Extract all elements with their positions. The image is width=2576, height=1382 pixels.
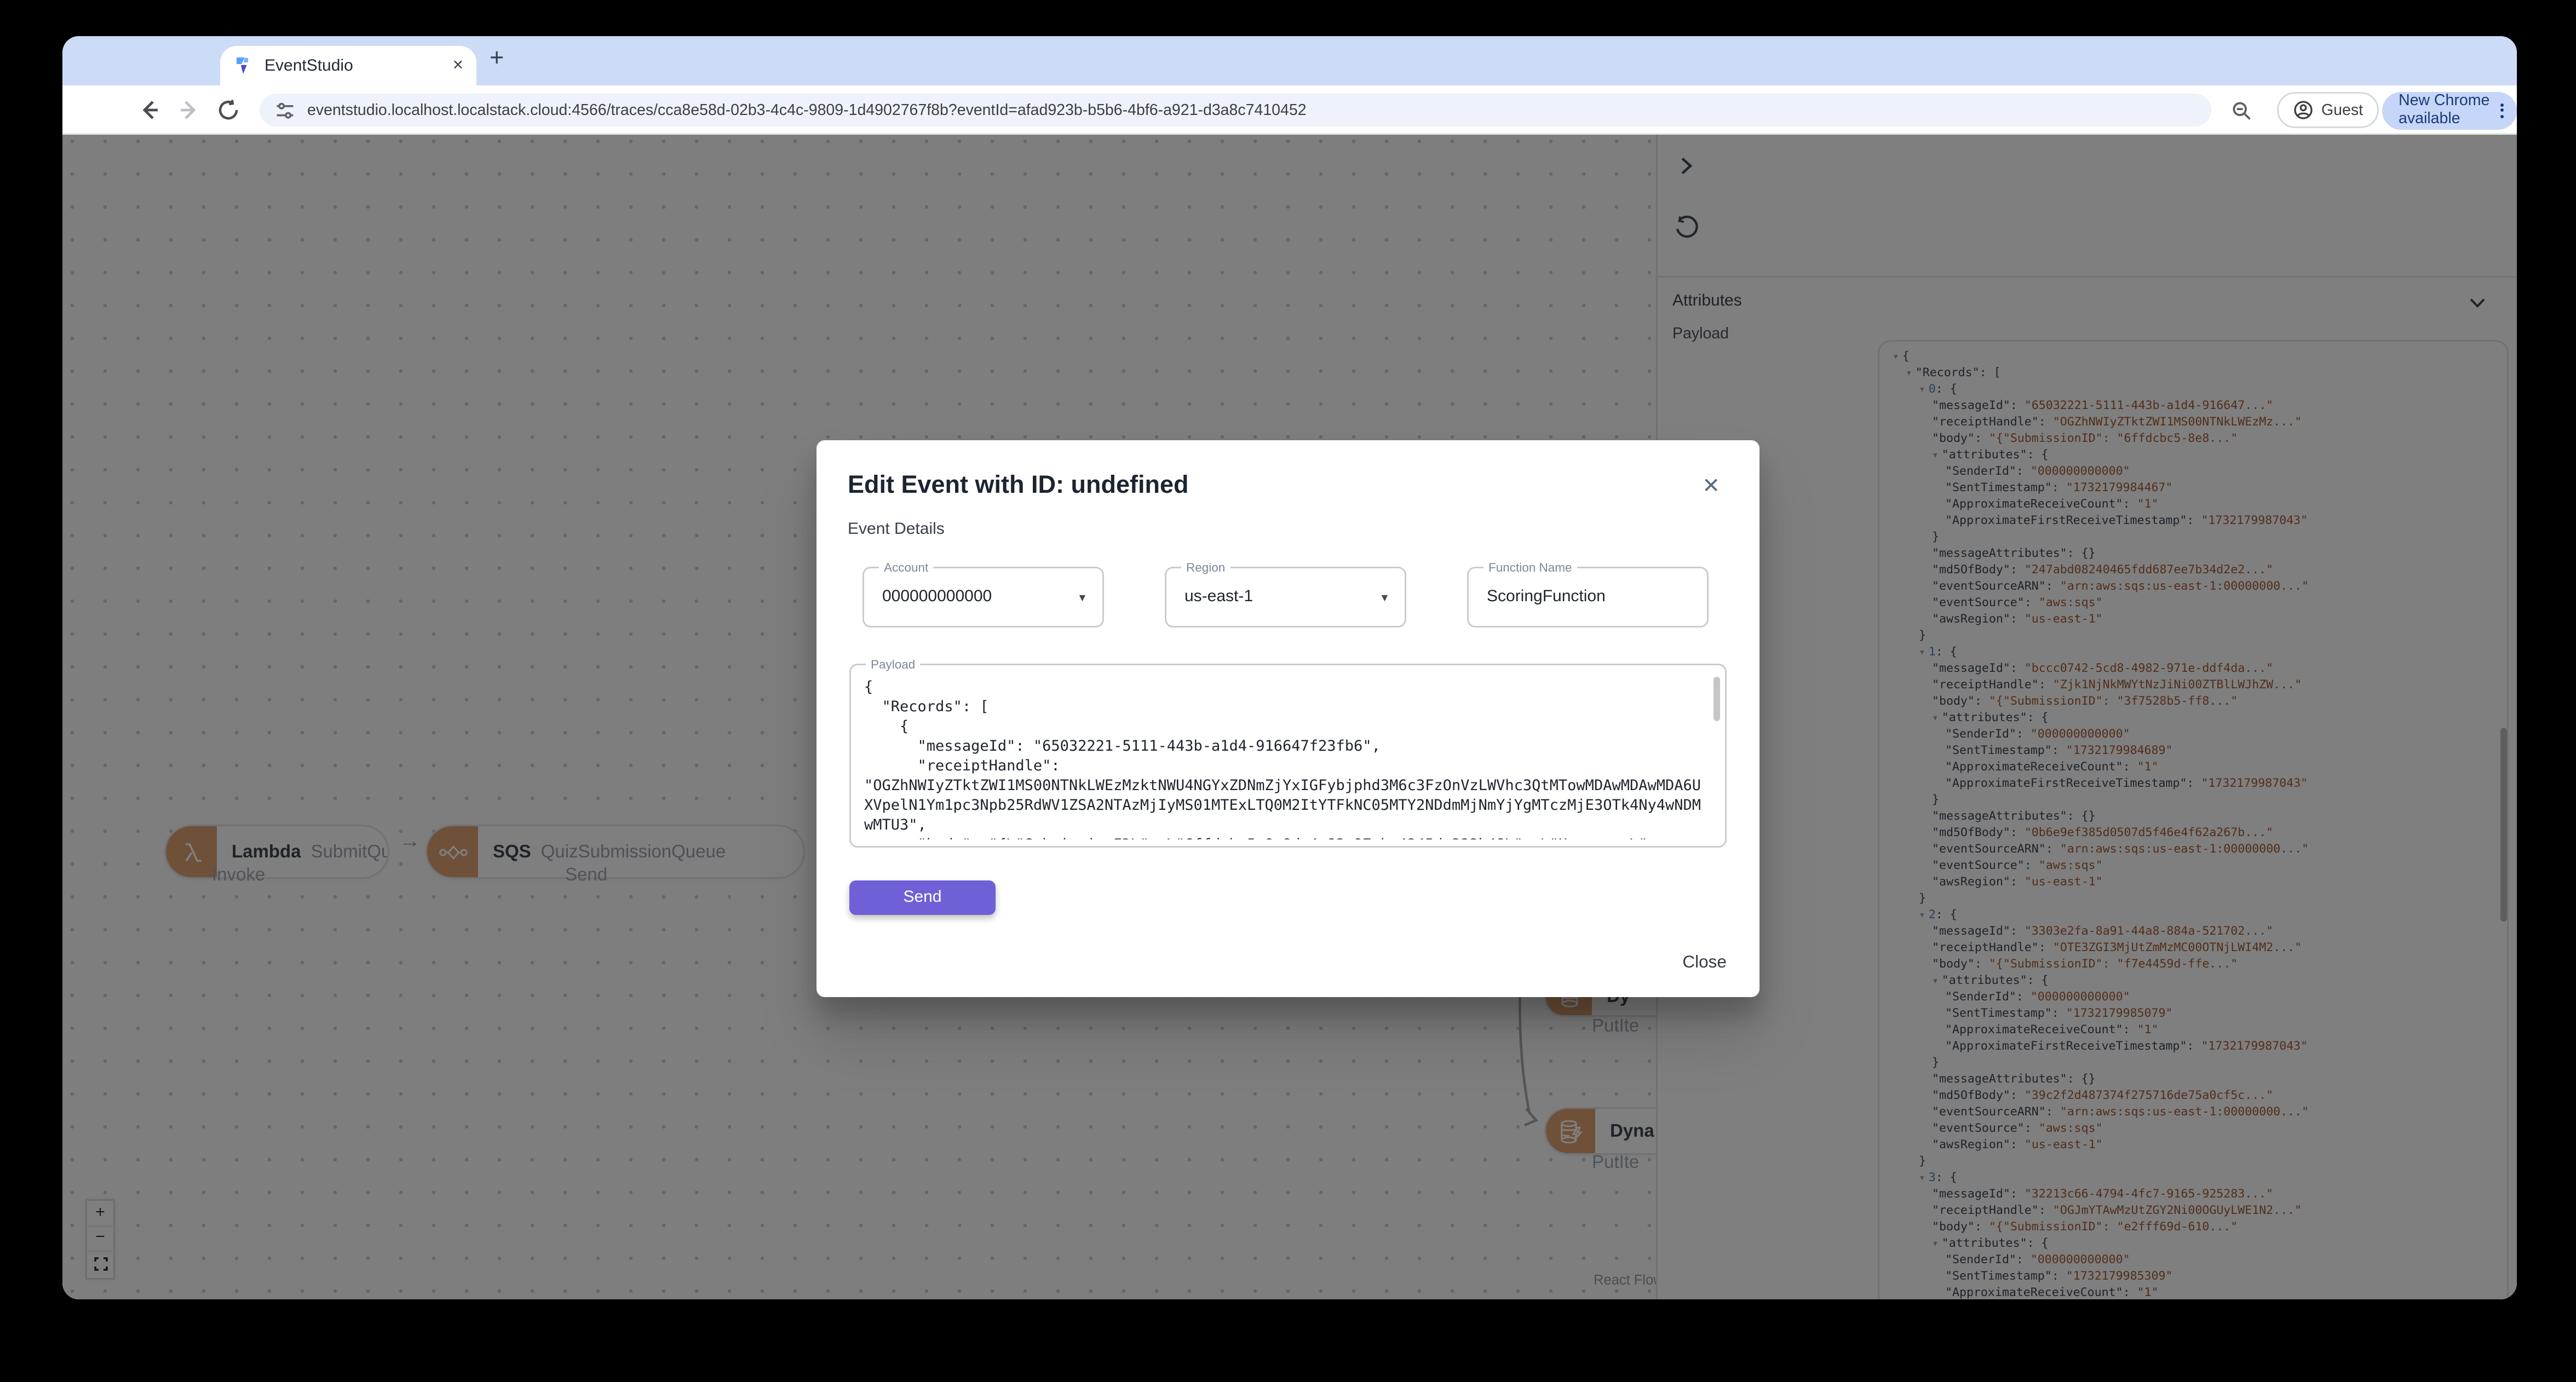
- close-button[interactable]: Close: [1682, 953, 1727, 972]
- payload-field[interactable]: Payload { "Records": [ { "messageId": "6…: [849, 657, 1727, 848]
- site-settings-icon[interactable]: [276, 101, 294, 119]
- tab-title: EventStudio: [264, 56, 353, 75]
- payload-textarea[interactable]: { "Records": [ { "messageId": "65032221-…: [864, 678, 1705, 839]
- dropdown-arrow-icon: ▼: [1379, 593, 1390, 604]
- menu-kebab-icon[interactable]: [2500, 102, 2504, 118]
- modal-title: Edit Event with ID: undefined: [848, 471, 1189, 499]
- reload-icon[interactable]: [217, 99, 240, 122]
- region-select[interactable]: Region us-east-1 ▼: [1165, 560, 1406, 627]
- profile-label: Guest: [2321, 101, 2364, 119]
- favicon: [233, 56, 253, 76]
- close-icon[interactable]: ✕: [1702, 473, 1720, 499]
- new-tab-button[interactable]: +: [490, 44, 504, 72]
- tab-strip: EventStudio × +: [62, 36, 2517, 107]
- browser-tab[interactable]: EventStudio ×: [220, 46, 476, 85]
- function-name-field[interactable]: Function Name: [1467, 560, 1709, 627]
- chrome-update-label: New Chrome available: [2399, 92, 2490, 128]
- event-details-label: Event Details: [848, 521, 945, 539]
- payload-label: Payload: [866, 657, 921, 672]
- edit-event-modal: Edit Event with ID: undefined ✕ Event De…: [817, 440, 1760, 997]
- dropdown-arrow-icon: ▼: [1077, 593, 1088, 604]
- url-text: eventstudio.localhost.localstack.cloud:4…: [307, 101, 1307, 119]
- url-bar[interactable]: eventstudio.localhost.localstack.cloud:4…: [260, 94, 2211, 126]
- screen: EventStudio × + eventstudio.localhost.lo…: [0, 0, 2576, 1382]
- browser-window: EventStudio × + eventstudio.localhost.lo…: [62, 36, 2517, 1299]
- chrome-update-button[interactable]: New Chrome available: [2382, 91, 2517, 129]
- function-name-input[interactable]: [1469, 568, 1707, 626]
- tab-close-icon[interactable]: ×: [453, 56, 463, 76]
- textarea-scrollbar-thumb[interactable]: [1714, 677, 1720, 721]
- send-button[interactable]: Send: [849, 880, 996, 915]
- profile-button[interactable]: Guest: [2277, 92, 2380, 128]
- back-icon[interactable]: [138, 99, 161, 122]
- account-select[interactable]: Account 000000000000 ▼: [863, 560, 1104, 627]
- zoom-icon[interactable]: [2231, 100, 2254, 123]
- browser-toolbar: eventstudio.localhost.localstack.cloud:4…: [62, 85, 2517, 135]
- forward-icon[interactable]: [177, 99, 200, 122]
- account-value: 000000000000: [882, 588, 992, 606]
- avatar-icon: [2293, 100, 2313, 120]
- region-value: us-east-1: [1185, 588, 1254, 606]
